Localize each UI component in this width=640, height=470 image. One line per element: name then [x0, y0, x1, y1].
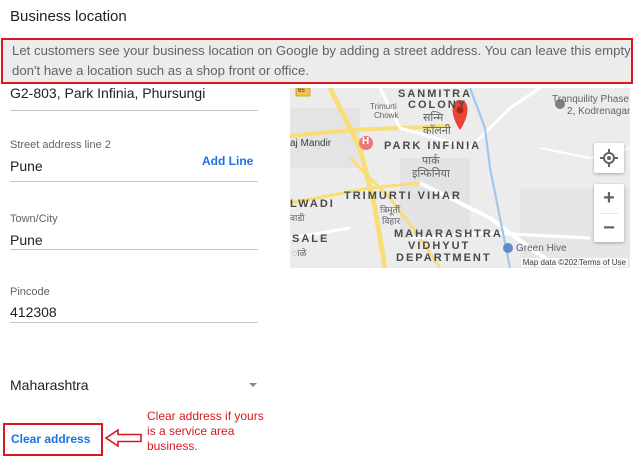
town-input[interactable]: Pune: [10, 232, 43, 248]
map-label-green-hive: Green Hive: [516, 243, 567, 254]
state-select[interactable]: Maharashtra: [10, 377, 89, 393]
section-title: Business location: [10, 8, 127, 25]
map-label-raj-mandir: aj Mandir: [290, 138, 332, 149]
road-shield-label: 65: [298, 88, 305, 94]
map-label-vihar-dev-2: विहार: [382, 216, 401, 226]
notice-line-1: Let customers see your business location…: [12, 43, 633, 58]
address-line2-label: Street address line 2: [10, 139, 111, 151]
terms-of-use-link[interactable]: Terms of Use: [576, 258, 628, 267]
map-label-sale-dev: ाळे: [292, 248, 307, 258]
pincode-underline: [10, 322, 258, 323]
map-label-park-infinia: PARK INFINIA: [384, 140, 482, 152]
map-label-maha-1: MAHARASHTRA: [394, 228, 503, 240]
address-line1-value[interactable]: G2-803, Park Infinia, Phursungi: [10, 85, 205, 101]
map-label-trimurti-vihar: TRIMURTI VIHAR: [344, 190, 462, 202]
map-label-tranquility-1: Tranquility Phase: [552, 94, 629, 105]
annotation-line-3: business.: [147, 439, 198, 453]
map-label-sale: SALE: [292, 233, 330, 245]
map-label-trimurti-chowk-2: Chowk: [374, 111, 399, 120]
pincode-input[interactable]: 412308: [10, 304, 57, 320]
map-data-attribution: Map data ©2020: [520, 258, 584, 267]
address-line1-underline: [10, 110, 258, 111]
notice-line-2: don't have a location such as a shop fro…: [12, 63, 309, 78]
address-line2-underline: [10, 181, 258, 182]
clear-address-link[interactable]: Clear address: [11, 432, 90, 446]
annotation-line-2: is a service area: [147, 424, 235, 438]
map-label-colony-dev: कॉलनी: [423, 125, 451, 137]
zoom-controls: + −: [594, 184, 624, 242]
map-label-lwadi: LWADI: [290, 198, 335, 210]
town-label: Town/City: [10, 213, 58, 225]
map-label-maha-2: VIDHYUT: [408, 240, 471, 252]
location-notice: Let customers see your business location…: [1, 38, 633, 84]
map-label-trimurti-chowk-1: Trimurti: [370, 102, 397, 111]
add-line-button[interactable]: Add Line: [202, 154, 253, 168]
map-label-maha-3: DEPARTMENT: [396, 252, 492, 264]
annotation-note: Clear address if yours is a service area…: [147, 409, 287, 454]
town-underline: [10, 249, 258, 250]
annotation-line-1: Clear address if yours: [147, 409, 264, 423]
pincode-label: Pincode: [10, 286, 50, 298]
location-map[interactable]: 65 SANMITRA COLONY सन्मि कॉलनी Trimurti …: [290, 88, 630, 268]
map-label-tranquility-2: 2, Kodrenagar: [567, 106, 630, 117]
arrow-left-icon: [104, 428, 142, 448]
map-label-infinia-dev: इन्फिनिया: [412, 168, 450, 180]
hospital-icon: H: [362, 136, 370, 147]
zoom-out-button[interactable]: −: [594, 214, 624, 242]
crosshair-icon: [600, 149, 618, 167]
address-line2-input[interactable]: Pune: [10, 158, 43, 174]
map-label-lwadi-dev: वाडी: [290, 213, 305, 223]
my-location-button[interactable]: [594, 143, 624, 173]
chevron-down-icon[interactable]: [249, 383, 257, 387]
zoom-in-button[interactable]: +: [594, 184, 624, 213]
